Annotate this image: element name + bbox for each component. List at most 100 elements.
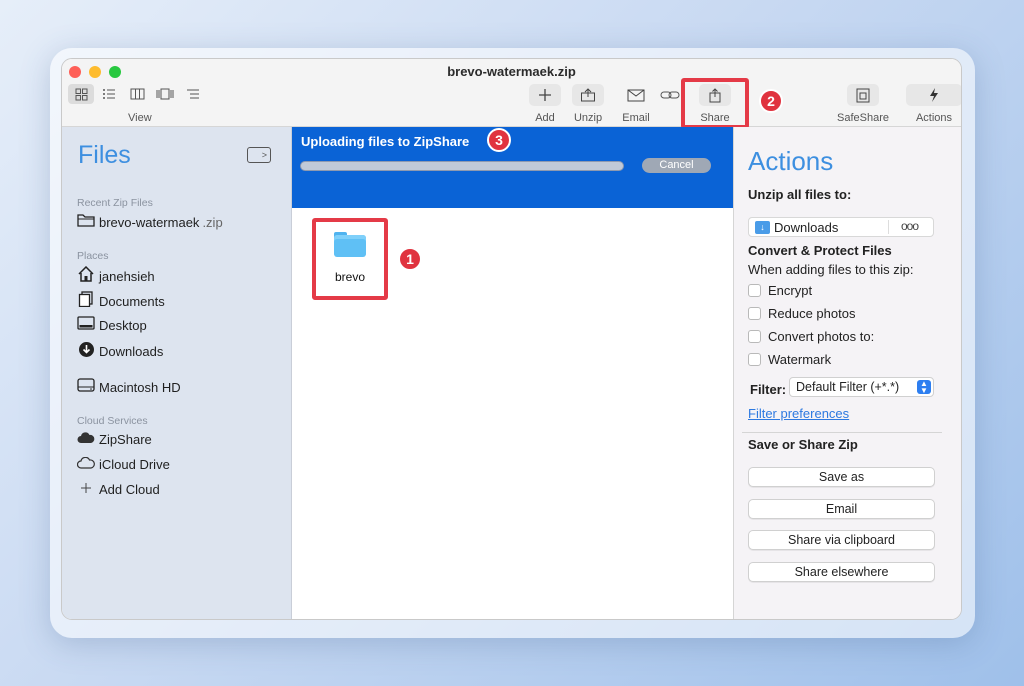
cancel-upload-button[interactable]: Cancel xyxy=(642,158,711,173)
sidebar-item-home[interactable]: janehsieh xyxy=(76,265,155,286)
grid-view-icon[interactable] xyxy=(68,84,94,104)
filter-preferences-link[interactable]: Filter preferences xyxy=(748,406,849,421)
sidebar-item-documents[interactable]: Documents xyxy=(76,291,165,311)
option-label: Convert photos to: xyxy=(768,329,875,344)
watermark-option[interactable]: Watermark xyxy=(748,352,831,367)
safeshare-icon xyxy=(846,84,879,106)
step-badge-1: 1 xyxy=(398,247,422,271)
sidebar-item-downloads[interactable]: Downloads xyxy=(76,341,163,362)
share-elsewhere-button[interactable]: Share elsewhere xyxy=(748,562,935,582)
option-label: Watermark xyxy=(768,352,832,367)
save-as-button[interactable]: Save as xyxy=(748,467,935,487)
step-badge-2: 2 xyxy=(759,89,783,113)
convert-heading: Convert & Protect Files xyxy=(748,243,892,258)
filter-value: Default Filter (+*.*) xyxy=(796,380,900,394)
sidebar-item-label: Macintosh HD xyxy=(99,379,181,395)
step-badge-3: 3 xyxy=(487,128,511,152)
convert-subheading: When adding files to this zip: xyxy=(748,262,914,277)
download-icon xyxy=(76,341,96,362)
sidebar-item-zipshare[interactable]: ZipShare xyxy=(76,431,152,448)
app-window: brevo-watermaek.zip View Add Unzip Email… xyxy=(61,58,962,620)
actions-title: Actions xyxy=(748,146,834,176)
plus-icon xyxy=(76,481,96,498)
recent-file-ext: .zip xyxy=(202,214,223,230)
unzip-button[interactable]: Unzip xyxy=(572,84,604,124)
email-zip-button[interactable]: Email xyxy=(748,499,935,519)
toolbar: brevo-watermaek.zip View Add Unzip Email… xyxy=(62,59,961,129)
sidebar-item-recent-zip[interactable]: brevo-watermaek .zip xyxy=(76,213,223,231)
desktop-icon xyxy=(76,316,96,334)
actions-button[interactable]: Actions xyxy=(906,84,961,124)
folder-icon xyxy=(76,213,96,231)
recent-section-header: Recent Zip Files xyxy=(77,197,153,209)
folder-item-brevo[interactable]: brevo xyxy=(312,218,388,300)
sidebar-item-label: Add Cloud xyxy=(99,482,160,497)
folder-icon xyxy=(334,232,366,257)
sidebar-item-desktop[interactable]: Desktop xyxy=(76,316,147,334)
cloud-filled-icon xyxy=(76,431,96,448)
sidebar-item-label: ZipShare xyxy=(99,432,152,447)
share-highlight-box xyxy=(681,78,749,129)
email-button[interactable]: Email xyxy=(620,84,652,124)
home-icon xyxy=(76,265,96,286)
recent-file-name: brevo-watermaek xyxy=(99,214,200,230)
sidebar-item-label: Desktop xyxy=(99,317,147,333)
reduce-photos-checkbox[interactable] xyxy=(748,307,761,320)
hard-drive-icon xyxy=(76,378,96,396)
destination-value: Downloads xyxy=(774,219,839,235)
safeshare-label: SafeShare xyxy=(837,112,889,124)
envelope-icon xyxy=(620,84,652,106)
sidebar-item-icloud[interactable]: iCloud Drive xyxy=(76,456,170,473)
lightning-icon xyxy=(906,84,961,106)
watermark-checkbox[interactable] xyxy=(748,353,761,366)
unzip-heading: Unzip all files to: xyxy=(748,187,852,202)
option-label: Reduce photos xyxy=(768,306,856,321)
actions-panel: Actions Unzip all files to: ↓ Downloads … xyxy=(733,127,961,619)
plus-icon xyxy=(529,84,561,106)
share-clipboard-button[interactable]: Share via clipboard xyxy=(748,530,935,550)
folder-name: brevo xyxy=(334,270,366,284)
column-view-icon[interactable] xyxy=(124,84,150,104)
sidebar-item-label: janehsieh xyxy=(99,268,155,284)
sidebar-item-macintosh-hd[interactable]: Macintosh HD xyxy=(76,378,181,396)
encrypt-option[interactable]: Encrypt xyxy=(748,283,812,298)
sidebar-item-add-cloud[interactable]: Add Cloud xyxy=(76,481,160,498)
sidebar: Files > Recent Zip Files brevo-watermaek… xyxy=(62,127,292,619)
cloud-section-header: Cloud Services xyxy=(77,415,148,427)
outline-view-icon[interactable] xyxy=(180,84,206,104)
upload-title: Uploading files to ZipShare xyxy=(301,134,470,149)
downloads-folder-icon: ↓ xyxy=(755,220,770,234)
option-label: Encrypt xyxy=(768,283,813,298)
view-label: View xyxy=(128,112,152,124)
cloud-icon xyxy=(76,456,96,473)
reduce-photos-option[interactable]: Reduce photos xyxy=(748,306,855,321)
email-label: Email xyxy=(622,112,650,124)
places-section-header: Places xyxy=(77,250,109,262)
upload-progress-bar xyxy=(300,161,624,171)
view-switcher xyxy=(68,84,206,104)
gallery-view-icon[interactable] xyxy=(152,84,178,104)
safeshare-button[interactable]: SafeShare xyxy=(837,84,889,124)
save-share-heading: Save or Share Zip xyxy=(748,437,858,452)
unzip-icon xyxy=(572,84,604,106)
chevron-updown-icon: ▲ ▼ xyxy=(917,380,931,395)
unzip-destination-field[interactable]: ↓ Downloads ooo xyxy=(748,217,934,237)
encrypt-checkbox[interactable] xyxy=(748,284,761,297)
add-button[interactable]: Add xyxy=(529,84,561,124)
file-browser: Uploading files to ZipShare 3 Cancel bre… xyxy=(292,127,733,619)
filter-select[interactable]: Default Filter (+*.*) ▲ ▼ xyxy=(789,377,934,397)
sidebar-title: Files xyxy=(78,141,131,169)
convert-photos-option[interactable]: Convert photos to: xyxy=(748,329,874,344)
sidebar-item-label: Documents xyxy=(99,293,165,309)
actions-label: Actions xyxy=(915,112,953,124)
sidebar-toggle-icon[interactable]: > xyxy=(247,147,271,163)
list-view-icon[interactable] xyxy=(96,84,122,104)
sidebar-item-label: iCloud Drive xyxy=(99,457,170,472)
add-label: Add xyxy=(535,112,555,124)
documents-icon xyxy=(76,291,96,311)
more-options-button[interactable]: ooo xyxy=(901,219,919,233)
upload-status-bar: Uploading files to ZipShare 3 Cancel xyxy=(292,127,733,208)
convert-photos-checkbox[interactable] xyxy=(748,330,761,343)
filter-label: Filter: xyxy=(750,382,787,397)
unzip-label: Unzip xyxy=(573,112,603,124)
